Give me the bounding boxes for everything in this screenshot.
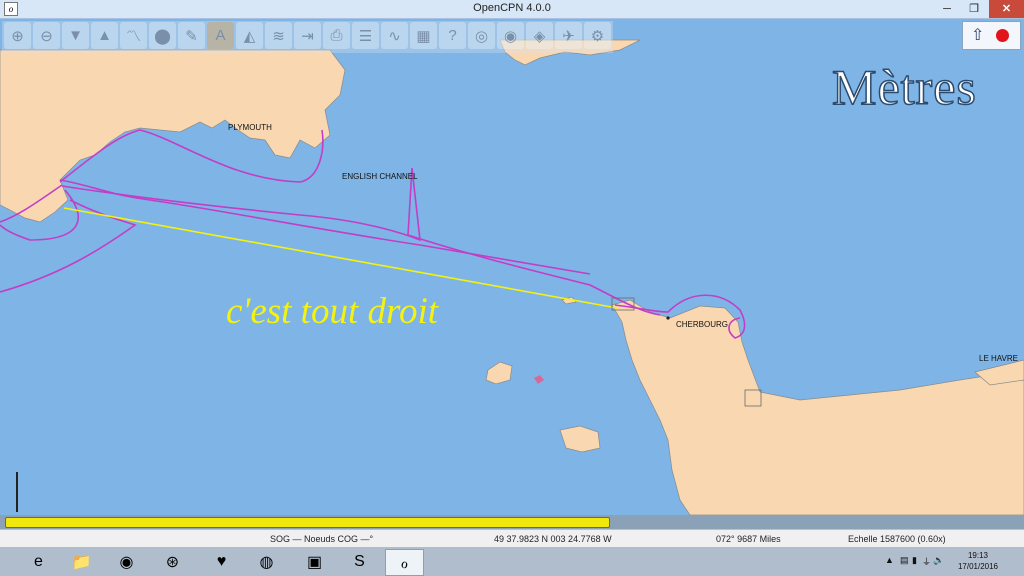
tray-volume-icon[interactable]: 🔊 <box>933 555 944 566</box>
zoom-in-button[interactable]: ⊕ <box>4 22 31 49</box>
route-button[interactable]: 〽 <box>120 22 147 49</box>
scale-out-icon: ▲ <box>97 27 112 44</box>
text-button[interactable]: ≋ <box>265 22 292 49</box>
scale-in-button[interactable]: ▼ <box>62 22 89 49</box>
taskbar-app-chrome[interactable]: ◍ <box>248 549 285 574</box>
settings-icon: ◭ <box>243 27 256 45</box>
current-button[interactable]: ⇥ <box>294 22 321 49</box>
settings-button[interactable]: ◭ <box>236 22 263 49</box>
place-label-le-havre: LE HAVRE <box>979 354 1018 363</box>
mob-button[interactable]: ◉ <box>497 22 524 49</box>
ais-button[interactable]: ◎ <box>468 22 495 49</box>
waypoint-button[interactable]: ⬤ <box>149 22 176 49</box>
taskbar-app-heart-app[interactable]: ♥ <box>203 549 240 574</box>
north-arrow-icon: ⇧ <box>971 27 985 44</box>
scale-in-icon: ▼ <box>68 27 83 44</box>
tide-button[interactable]: ◈ <box>526 22 553 49</box>
text-icon: ≋ <box>272 27 285 45</box>
auto-follow-button[interactable]: A <box>207 22 234 49</box>
close-button[interactable]: ✕ <box>989 0 1024 18</box>
scale-out-button[interactable]: ▲ <box>91 22 118 49</box>
scale-bar <box>16 472 18 512</box>
ie-icon: e <box>34 552 43 570</box>
status-scale: Echelle 1587600 (0.60x) <box>848 534 946 544</box>
depth-units-label: Mètres <box>831 58 977 116</box>
auto-follow-icon: A <box>215 27 226 44</box>
taskbar-app-ie[interactable]: e <box>20 549 57 574</box>
annotation-text: c'est tout droit <box>226 291 439 332</box>
taskbar-app-network-app[interactable]: ▣ <box>296 549 333 574</box>
tray-battery-icon[interactable]: ▤ <box>900 555 909 566</box>
place-label-english-channel: ENGLISH CHANNEL <box>342 172 418 181</box>
route-manager-icon: ☰ <box>358 27 373 45</box>
compass-widget[interactable]: ⇧ <box>962 21 1021 50</box>
route-manager-button[interactable]: ☰ <box>352 22 379 49</box>
app-circle-icon: ◉ <box>119 553 134 571</box>
measure-button[interactable]: ✎ <box>178 22 205 49</box>
taskbar: ▲ ▤ ▮ ⏚ 🔊 19:13 17/01/2016 e 📁 ◉ ⊛ ♥ ◍ ▣ Sℴ <box>0 547 1024 576</box>
progress-track <box>0 515 1024 529</box>
network-app-icon: ▣ <box>306 553 323 571</box>
print-button[interactable]: ⎙ <box>323 22 350 49</box>
compass-app-icon: ⊛ <box>165 553 180 571</box>
track-icon: ∿ <box>388 27 401 45</box>
zoom-in-icon: ⊕ <box>11 27 24 45</box>
clock-date: 17/01/2016 <box>957 562 999 571</box>
taskbar-clock[interactable]: 19:13 17/01/2016 <box>948 550 1008 572</box>
progress-fill <box>5 517 610 528</box>
status-bearing-distance: 072° 9687 Miles <box>716 534 781 544</box>
gps-status-icon <box>996 29 1009 42</box>
tide-icon: ◈ <box>533 27 546 45</box>
help-button[interactable]: ? <box>439 22 466 49</box>
dashboard-icon: ⚙ <box>590 27 605 45</box>
print-icon: ⎙ <box>330 27 343 44</box>
ais-icon: ◎ <box>474 27 489 45</box>
opencpn-taskbar-icon: ℴ <box>400 554 409 572</box>
color-scheme-icon: ▦ <box>416 27 431 45</box>
skype-icon: S <box>354 552 365 570</box>
cherbourg-dot <box>666 316 670 320</box>
help-icon: ? <box>448 27 457 44</box>
place-label-plymouth: PLYMOUTH <box>228 123 272 132</box>
color-scheme-button[interactable]: ▦ <box>410 22 437 49</box>
status-position: 49 37.9823 N 003 24.7768 W <box>494 534 612 544</box>
heart-app-icon: ♥ <box>216 552 227 570</box>
clock-time: 19:13 <box>967 551 989 560</box>
measure-icon: ✎ <box>185 27 198 45</box>
taskbar-app-app-circle[interactable]: ◉ <box>108 549 145 574</box>
status-sog-cog: SOG — Noeuds COG —° <box>270 534 374 544</box>
status-bar: SOG — Noeuds COG —° 49 37.9823 N 003 24.… <box>0 529 1024 548</box>
window-title: OpenCPN 4.0.0 <box>473 2 551 14</box>
zoom-out-button[interactable]: ⊖ <box>33 22 60 49</box>
waypoint-icon: ⬤ <box>154 27 171 45</box>
track-button[interactable]: ∿ <box>381 22 408 49</box>
dashboard-button[interactable]: ⚙ <box>584 22 611 49</box>
plugin-icon: ✈ <box>562 27 575 45</box>
place-label-cherbourg: CHERBOURG <box>676 320 729 329</box>
plugin-button[interactable]: ✈ <box>555 22 582 49</box>
taskbar-app-skype[interactable]: S <box>341 549 378 574</box>
chrome-icon: ◍ <box>259 553 274 571</box>
minimize-button[interactable]: ─ <box>935 0 959 18</box>
tray-flag-icon[interactable]: ▮ <box>912 555 917 566</box>
maximize-button[interactable]: ❐ <box>962 0 986 18</box>
title-bar: o OpenCPN 4.0.0 ─ ❐ ✕ <box>0 0 1024 19</box>
toolbar: ⊕ ⊖ ▼ ▲ 〽 ⬤ ✎ A ◭ ≋ ⇥ ⎙ ☰ ∿ ▦? ◎ ◉ ◈ ✈ ⚙ <box>2 21 613 53</box>
route-icon: 〽 <box>125 28 141 45</box>
file-explorer-icon: 📁 <box>71 553 92 571</box>
tray-network-icon[interactable]: ⏚ <box>922 555 931 568</box>
current-icon: ⇥ <box>301 27 314 45</box>
taskbar-app-file-explorer[interactable]: 📁 <box>63 549 100 574</box>
taskbar-app-compass-app[interactable]: ⊛ <box>154 549 191 574</box>
mob-icon: ◉ <box>503 27 518 45</box>
tray-up-arrow-icon[interactable]: ▲ <box>885 555 894 565</box>
taskbar-app-opencpn-taskbar[interactable]: ℴ <box>385 549 424 576</box>
zoom-out-icon: ⊖ <box>40 27 53 45</box>
